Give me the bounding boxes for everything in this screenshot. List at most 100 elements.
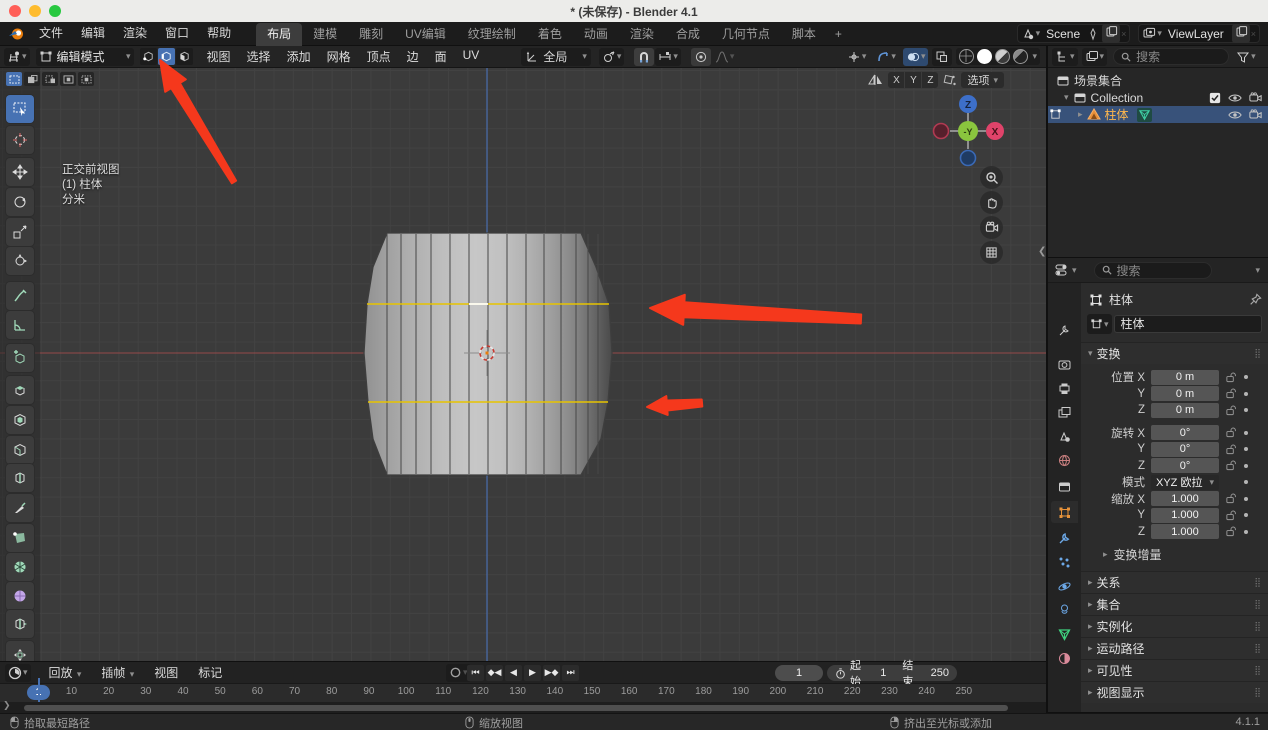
tool-measure[interactable] xyxy=(6,311,34,339)
outliner-search-input[interactable]: 搜索 xyxy=(1113,48,1229,65)
tool-extrude-region[interactable] xyxy=(6,376,34,404)
properties-search-input[interactable]: 搜索 xyxy=(1094,262,1212,279)
animate-dot[interactable] xyxy=(1239,375,1253,379)
edge-select-button[interactable] xyxy=(158,48,175,65)
lock-icon[interactable] xyxy=(1223,460,1239,471)
disable-render-camera-icon[interactable] xyxy=(1249,92,1262,103)
panel-可见性[interactable]: ▸可见性⣿ xyxy=(1081,659,1268,681)
options-dropdown[interactable]: 选项▾ xyxy=(961,72,1004,88)
xray-toggle[interactable] xyxy=(932,48,952,66)
workspace-tab-UV编辑[interactable]: UV编辑 xyxy=(394,23,457,46)
timeline-menu-回放[interactable]: 回放 ▾ xyxy=(39,664,92,681)
panel-grip-icon[interactable]: ⣿ xyxy=(1254,348,1262,359)
select-extend-mode[interactable] xyxy=(24,72,40,86)
panel-关系[interactable]: ▸关系⣿ xyxy=(1081,571,1268,593)
lock-icon[interactable] xyxy=(1223,427,1239,438)
checkbox-icon[interactable] xyxy=(1209,92,1221,104)
viewport-menu-边[interactable]: 边 xyxy=(399,48,427,65)
workspace-tab-纹理绘制[interactable]: 纹理绘制 xyxy=(457,23,527,46)
pin-icon[interactable] xyxy=(1086,27,1100,41)
properties-tab-modifiers[interactable] xyxy=(1051,527,1078,549)
select-invert-mode[interactable] xyxy=(60,72,76,86)
play-button[interactable]: ▶ xyxy=(524,665,541,681)
tool-transform[interactable] xyxy=(6,247,34,275)
rotation-mode-模式-field[interactable]: XYZ 欧拉▾ xyxy=(1151,475,1219,490)
material-shading-button[interactable] xyxy=(995,49,1010,64)
select-set-mode[interactable] xyxy=(6,72,22,86)
viewport-menu-顶点[interactable]: 顶点 xyxy=(359,48,399,65)
pin-id-icon[interactable] xyxy=(1249,293,1262,306)
properties-tab-tool[interactable] xyxy=(1051,319,1078,341)
menu-文件[interactable]: 文件 xyxy=(30,22,72,45)
workspace-tab-脚本[interactable]: 脚本 xyxy=(781,23,827,46)
viewlayer-name[interactable]: ViewLayer xyxy=(1162,27,1230,41)
toggle-ortho-button[interactable] xyxy=(980,241,1003,264)
vertex-select-button[interactable] xyxy=(140,48,157,65)
menu-帮助[interactable]: 帮助 xyxy=(198,22,240,45)
timeline-editor-type[interactable]: ▾ xyxy=(5,664,31,682)
menu-窗口[interactable]: 窗口 xyxy=(156,22,198,45)
tool-add-cube[interactable] xyxy=(6,344,34,372)
prev-keyframe-button[interactable]: ◆◀ xyxy=(486,665,503,681)
tool-move[interactable] xyxy=(6,158,34,186)
new-viewlayer-button[interactable] xyxy=(1232,24,1250,43)
show-gizmo-dropdown[interactable]: ▾ xyxy=(844,48,870,66)
scale-z-field[interactable]: 1.000 xyxy=(1151,524,1219,539)
transform-orientation-selector[interactable]: 全局 ▾ xyxy=(521,48,591,66)
tool-annotate[interactable] xyxy=(6,282,34,310)
snap-toggle[interactable] xyxy=(634,48,654,66)
breadcrumb-object-name[interactable]: 柱体 xyxy=(1109,291,1133,308)
scene-name[interactable]: Scene xyxy=(1040,27,1086,41)
tool-select-box[interactable] xyxy=(6,95,34,123)
outliner-filter-button[interactable]: ▾ xyxy=(1233,48,1259,66)
lock-icon[interactable] xyxy=(1223,510,1239,521)
start-frame-field[interactable]: 1 xyxy=(880,667,886,679)
proportional-edit-toggle[interactable] xyxy=(691,48,711,66)
select-intersect-mode[interactable] xyxy=(78,72,94,86)
next-keyframe-button[interactable]: ▶◆ xyxy=(543,665,560,681)
timeline-menu-插帧[interactable]: 插帧 ▾ xyxy=(91,664,144,681)
show-overlays-toggle[interactable]: ▾ xyxy=(903,48,929,66)
workspace-tab-建模[interactable]: 建模 xyxy=(302,23,348,46)
animate-dot[interactable] xyxy=(1239,408,1253,412)
lock-icon[interactable] xyxy=(1223,405,1239,416)
playhead[interactable] xyxy=(38,678,40,702)
rotation-y-field[interactable]: 0° xyxy=(1151,442,1219,457)
animate-dot[interactable] xyxy=(1239,447,1253,451)
properties-tab-constraints[interactable] xyxy=(1051,599,1078,621)
scrollbar-thumb[interactable] xyxy=(24,705,1008,711)
workspace-tab-合成[interactable]: 合成 xyxy=(665,23,711,46)
animate-dot[interactable] xyxy=(1239,464,1253,468)
tool-poly-build[interactable] xyxy=(6,524,34,552)
camera-view-button[interactable] xyxy=(980,216,1003,239)
editor-type-selector[interactable]: ▾ xyxy=(4,48,30,66)
viewport-menu-选择[interactable]: 选择 xyxy=(239,48,279,65)
pan-view-button[interactable] xyxy=(980,191,1003,214)
pivot-point-selector[interactable]: ▾ xyxy=(599,48,625,66)
object-row-cylinder[interactable]: ▸ 柱体 xyxy=(1048,106,1268,123)
tool-cursor[interactable] xyxy=(6,126,34,154)
navigation-gizmo-toggle[interactable]: ▾ xyxy=(873,48,899,66)
animate-dot[interactable] xyxy=(1239,392,1253,396)
properties-tab-view-layer[interactable] xyxy=(1051,401,1078,423)
rotation-x-field[interactable]: 0° xyxy=(1151,425,1219,440)
workspace-tab-着色[interactable]: 着色 xyxy=(527,23,573,46)
lock-icon[interactable] xyxy=(1223,388,1239,399)
lock-icon[interactable] xyxy=(1223,372,1239,383)
id-type-icon[interactable]: ▾ xyxy=(1087,314,1112,334)
workspace-tab-动画[interactable]: 动画 xyxy=(573,23,619,46)
animate-dot[interactable] xyxy=(1239,513,1253,517)
object-name-field[interactable]: 柱体 xyxy=(1114,315,1262,333)
proportional-falloff-selector[interactable]: ▾ xyxy=(712,48,738,66)
tool-shrink-fatten[interactable] xyxy=(6,641,34,661)
workspace-tab-渲染[interactable]: 渲染 xyxy=(619,23,665,46)
outliner-display-mode[interactable]: ▾ xyxy=(1052,48,1078,66)
properties-tab-output[interactable] xyxy=(1051,377,1078,399)
panel-运动路径[interactable]: ▸运动路径⣿ xyxy=(1081,637,1268,659)
viewport-menu-网格[interactable]: 网格 xyxy=(319,48,359,65)
viewport-menu-UV[interactable]: UV xyxy=(455,48,488,65)
panel-集合[interactable]: ▸集合⣿ xyxy=(1081,593,1268,615)
panel-视图显示[interactable]: ▸视图显示⣿ xyxy=(1081,681,1268,703)
workspace-tab-几何节点[interactable]: 几何节点 xyxy=(711,23,781,46)
timeline-ruler[interactable]: 1020304050607080901001101201301401501601… xyxy=(0,684,1046,702)
